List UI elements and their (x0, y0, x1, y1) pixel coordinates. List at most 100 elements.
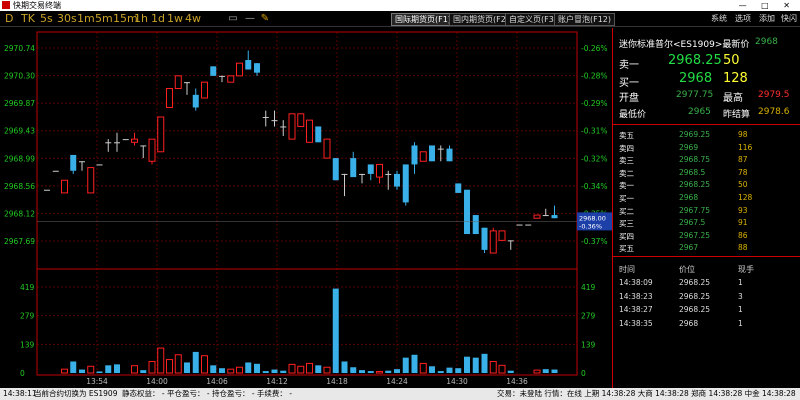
ask1-price: 2968.25 (668, 53, 722, 68)
volume-bar (297, 365, 305, 374)
candle-body (507, 240, 514, 242)
period-4w[interactable]: 4w (185, 12, 201, 26)
trade-volume: 1 (738, 305, 743, 314)
low-price: 2965 (688, 107, 711, 117)
depth-row[interactable]: 卖一 2968.25 50 (613, 180, 800, 192)
period-5s[interactable]: 5s (40, 12, 53, 26)
volume-bar (551, 369, 558, 373)
candle-body (341, 173, 348, 175)
volume-bar (402, 357, 409, 373)
tab-custom-page[interactable]: 自定义页(F3) (505, 13, 561, 26)
depth-volume: 91 (738, 218, 748, 228)
price-tick-label: 2969.87 (4, 99, 35, 108)
time-tick-label: 13:54 (86, 377, 108, 386)
volume-tick-label: 139 (20, 340, 35, 349)
tab-domestic-futures[interactable]: 国内期货页(F2) (449, 13, 513, 26)
depth-label: 买四 (619, 231, 634, 241)
depth-row[interactable]: 卖三 2968.75 87 (613, 155, 800, 167)
draw-tool-icon[interactable]: ▭ (227, 13, 239, 25)
volume-bar (219, 368, 225, 373)
volume-bar (359, 370, 365, 373)
period-1w[interactable]: 1w (167, 12, 183, 26)
tab-international-futures[interactable]: 国际期货页(F1) (391, 13, 455, 26)
volume-bar (184, 362, 190, 373)
candle-body (306, 119, 313, 143)
candle-body (498, 230, 506, 241)
depth-row[interactable]: 买五 2967 88 (613, 243, 800, 255)
period-tk[interactable]: TK (21, 12, 35, 26)
candle-body (315, 126, 322, 143)
candle-body (419, 151, 427, 162)
volume-tick-label: 279 (20, 312, 35, 321)
volume-bar (464, 356, 470, 373)
candle-body (455, 183, 462, 193)
period-d[interactable]: D (5, 12, 13, 26)
window-title: 快期交易终端 (13, 1, 61, 10)
trade-row: 14:38:35 2968 1 (613, 319, 800, 331)
period-1m[interactable]: 1m (77, 12, 95, 26)
candle-body (542, 215, 549, 217)
candle-body (61, 179, 68, 194)
depth-row[interactable]: 买四 2967.25 86 (613, 231, 800, 243)
candle-body (236, 62, 243, 77)
depth-row[interactable]: 卖二 2968.5 78 (613, 168, 800, 180)
volume-bar (419, 362, 427, 374)
volume-bar (376, 370, 383, 374)
depth-label: 卖四 (619, 143, 634, 153)
menu-flash[interactable]: 快闪 (781, 13, 797, 25)
depth-volume: 128 (738, 193, 753, 202)
volume-bar (157, 347, 165, 374)
menu-add[interactable]: 添加 (759, 13, 775, 25)
volume-bar (306, 362, 313, 374)
depth-volume: 50 (738, 180, 748, 190)
window-controls[interactable]: — □ ✕ (739, 0, 796, 11)
volume-bar (542, 369, 549, 373)
volume-bar (87, 365, 95, 374)
depth-price: 2968 (679, 193, 699, 202)
period-1d[interactable]: 1d (151, 12, 165, 26)
pct-tick-label: -0.32% (581, 154, 608, 163)
ask1-label: 卖一 (619, 60, 639, 71)
candle-body (245, 60, 252, 70)
candle-body (472, 215, 479, 235)
candle-body (464, 189, 470, 235)
tab-account-bubble[interactable]: 账户冒泡(F12) (554, 13, 616, 26)
volume-bar (411, 354, 418, 373)
pencil-icon[interactable]: ✎ (259, 13, 271, 25)
open-label: 开盘 (619, 93, 639, 104)
depth-volume: 86 (738, 230, 748, 240)
depth-row[interactable]: 卖四 2969 116 (613, 143, 800, 155)
depth-volume: 87 (738, 155, 748, 165)
period-30s[interactable]: 30s (57, 12, 77, 26)
candle-body (533, 214, 541, 219)
quote-last-price: 2968 (755, 37, 778, 47)
trade-price: 2968 (679, 318, 699, 328)
pct-tick-label: -0.37% (581, 237, 608, 246)
menu-options[interactable]: 选项 (735, 13, 751, 25)
candle-body (192, 94, 199, 108)
depth-price: 2969 (679, 142, 699, 152)
price-tick-label: 2968.99 (4, 154, 35, 163)
candle-body (411, 145, 418, 165)
candle-body (437, 148, 444, 150)
volume-tick-label-right: 279 (581, 312, 596, 321)
depth-row[interactable]: 卖五 2969.25 98 (613, 130, 800, 142)
depth-row[interactable]: 买三 2967.5 91 (613, 218, 800, 230)
depth-volume: 98 (738, 130, 748, 139)
trades-header-price: 价位 (679, 265, 695, 274)
candle-body (288, 113, 296, 140)
menu-system[interactable]: 系统 (711, 13, 727, 25)
candlestick-chart[interactable]: 2970.74 2970.30 2969.87 2969.43 2968.99 2968.… (0, 28, 612, 388)
candle-body (402, 164, 409, 203)
trade-price: 2968.25 (679, 305, 711, 314)
bid1-price: 2968 (679, 71, 713, 86)
period-5m[interactable]: 5m (95, 12, 113, 26)
candle-body (79, 161, 85, 163)
candle-body (174, 75, 182, 89)
volume-bar (254, 363, 260, 373)
volume-bar (481, 353, 488, 373)
line-tool-icon[interactable]: — (244, 13, 256, 25)
depth-row[interactable]: 买一 2968 128 (613, 193, 800, 205)
depth-row[interactable]: 买二 2967.75 93 (613, 206, 800, 218)
period-1h[interactable]: 1h (134, 12, 148, 26)
